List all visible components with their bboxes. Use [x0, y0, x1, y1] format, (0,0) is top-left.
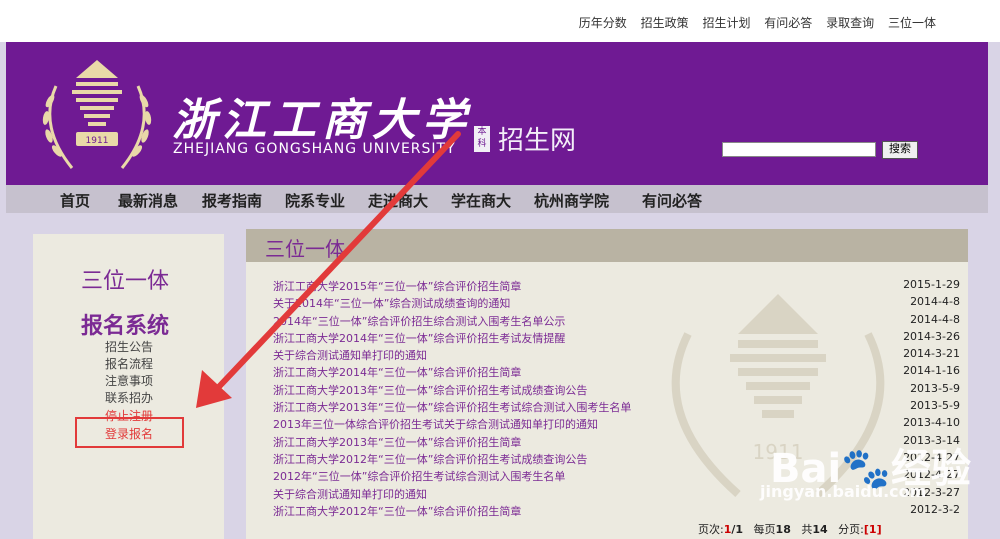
- nav-about[interactable]: 走进商大: [368, 190, 428, 211]
- nav-home[interactable]: 首页: [60, 190, 90, 211]
- news-date: 2015-1-29: [903, 278, 960, 291]
- news-title[interactable]: 浙江工商大学2013年“三位一体”综合评价招生简章: [273, 434, 521, 450]
- pager-total-label: 共: [801, 523, 813, 536]
- news-row: 浙江工商大学2015年“三位一体”综合评价招生简章 2015-1-29: [246, 277, 968, 294]
- news-row: 关于综合测试通知单打印的通知 2014-3-21: [246, 346, 968, 363]
- news-date: 2012-3-2: [910, 502, 960, 516]
- header-banner: 1911 浙江工商大学 ZHEJIANG GONGSHANG UNIVERSIT…: [6, 42, 988, 185]
- news-row: 浙江工商大学2014年“三位一体”综合评价招生考试友情提醒 2014-3-26: [246, 329, 968, 346]
- top-link-faq[interactable]: 有问必答: [764, 16, 812, 30]
- nav-majors[interactable]: 院系专业: [285, 190, 345, 211]
- sidebar: 三位一体 报名系统 招生公告 报名流程 注意事项 联系招办 停止注册 登录报名: [33, 234, 224, 539]
- sidebar-subtitle: 报名系统: [81, 314, 170, 339]
- pager-total: 14: [812, 523, 828, 536]
- news-date: 2013-4-10: [903, 416, 960, 430]
- pager-paging-label: 分页:: [838, 523, 864, 536]
- nav-faq[interactable]: 有问必答: [642, 190, 702, 211]
- sidebar-item-notes[interactable]: 注意事项: [105, 372, 153, 389]
- news-title[interactable]: 2013年三位一体综合评价招生考试关于综合测试通知单打印的通知: [273, 416, 598, 432]
- university-logo-chinese: 浙江工商大学: [172, 95, 472, 146]
- news-title[interactable]: 浙江工商大学2014年“三位一体”综合评价招生简章: [273, 364, 521, 380]
- top-link-admission-query[interactable]: 录取查询: [826, 16, 874, 30]
- baidu-watermark-url: jingyan.baidu.com: [760, 482, 927, 501]
- news-title[interactable]: 浙江工商大学2012年“三位一体”综合评价招生简章: [273, 503, 521, 519]
- university-logo-english: ZHEJIANG GONGSHANG UNIVERSITY: [173, 141, 456, 157]
- news-title[interactable]: 关于综合测试通知单打印的通知: [273, 347, 427, 363]
- benke-badge: 本科: [474, 126, 490, 152]
- pager-per-page: 18: [775, 523, 791, 536]
- news-title[interactable]: 2012年“三位一体”综合评价招生考试综合测试入围考生名单: [273, 468, 565, 484]
- news-row: 2013年三位一体综合评价招生考试关于综合测试通知单打印的通知 2013-4-10: [246, 415, 968, 432]
- news-title[interactable]: 关于2014年“三位一体”综合测试成绩查询的通知: [273, 295, 510, 311]
- news-row: 浙江工商大学2014年“三位一体”综合评价招生简章 2014-1-16: [246, 363, 968, 380]
- sidebar-item-process[interactable]: 报名流程: [105, 355, 153, 372]
- top-link-policy[interactable]: 招生政策: [641, 16, 689, 30]
- news-date: 2014-1-16: [903, 364, 960, 378]
- news-title[interactable]: 2014年“三位一体”综合评价招生综合测试入围考生名单公示: [273, 313, 565, 329]
- news-date: 2014-3-21: [903, 347, 960, 361]
- site-name: 招生网: [498, 126, 577, 156]
- news-date: 2014-4-8: [910, 295, 960, 309]
- main-nav: 首页 最新消息 报考指南 院系专业 走进商大 学在商大 杭州商学院 有问必答: [6, 185, 988, 213]
- pager-page-link[interactable]: [1]: [864, 523, 882, 536]
- top-link-sanweiyiti[interactable]: 三位一体: [888, 16, 936, 30]
- news-row: 关于2014年“三位一体”综合测试成绩查询的通知 2014-4-8: [246, 294, 968, 311]
- emblem-year: 1911: [86, 136, 109, 146]
- nav-guide[interactable]: 报考指南: [202, 190, 262, 211]
- search-input[interactable]: [722, 142, 876, 157]
- news-row: 浙江工商大学2012年“三位一体”综合评价招生简章 2012-3-2: [246, 502, 968, 519]
- pagination: 页次:1/1 每页18 共14 分页:[1]: [698, 521, 882, 537]
- news-title[interactable]: 浙江工商大学2014年“三位一体”综合评价招生考试友情提醒: [273, 330, 565, 346]
- top-link-plan[interactable]: 招生计划: [702, 16, 750, 30]
- news-row: 浙江工商大学2013年“三位一体”综合评价招生考试综合测试入围考生名单 2013-…: [246, 398, 968, 415]
- news-title[interactable]: 浙江工商大学2013年“三位一体”综合评价招生考试综合测试入围考生名单: [273, 399, 631, 415]
- content-title: 三位一体: [265, 237, 345, 261]
- top-link-history-scores[interactable]: 历年分数: [579, 16, 627, 30]
- university-emblem-icon: 1911: [42, 60, 152, 169]
- nav-study[interactable]: 学在商大: [451, 190, 511, 211]
- highlight-box: [75, 417, 184, 448]
- news-row: 2014年“三位一体”综合评价招生综合测试入围考生名单公示 2014-4-8: [246, 312, 968, 329]
- news-date: 2014-4-8: [910, 312, 960, 326]
- nav-news[interactable]: 最新消息: [118, 190, 178, 211]
- pager-total-pages: /1: [731, 523, 744, 536]
- news-date: 2013-5-9: [910, 399, 960, 413]
- search-button[interactable]: 搜索: [882, 141, 918, 159]
- news-title[interactable]: 浙江工商大学2013年“三位一体”综合评价招生考试成绩查询公告: [273, 382, 587, 398]
- content-header: 三位一体: [246, 229, 968, 262]
- top-links: 历年分数 招生政策 招生计划 有问必答 录取查询 三位一体: [569, 14, 936, 31]
- sidebar-item-announcement[interactable]: 招生公告: [105, 338, 153, 355]
- nav-hzsxy[interactable]: 杭州商学院: [534, 190, 609, 211]
- news-title[interactable]: 浙江工商大学2015年“三位一体”综合评价招生简章: [273, 278, 521, 294]
- news-date: 2014-3-26: [903, 329, 960, 343]
- top-bar: 历年分数 招生政策 招生计划 有问必答 录取查询 三位一体: [0, 0, 1000, 42]
- news-row: 浙江工商大学2013年“三位一体”综合评价招生考试成绩查询公告 2013-5-9: [246, 381, 968, 398]
- sidebar-item-contact[interactable]: 联系招办: [105, 389, 153, 406]
- pager-page-label: 页次:: [698, 523, 724, 536]
- sidebar-title: 三位一体: [81, 269, 170, 294]
- news-title[interactable]: 关于综合测试通知单打印的通知: [273, 486, 427, 502]
- news-date: 2013-5-9: [910, 381, 960, 395]
- news-title[interactable]: 浙江工商大学2012年“三位一体”综合评价招生考试成绩查询公告: [273, 451, 587, 467]
- pager-per-page-label: 每页: [753, 523, 776, 536]
